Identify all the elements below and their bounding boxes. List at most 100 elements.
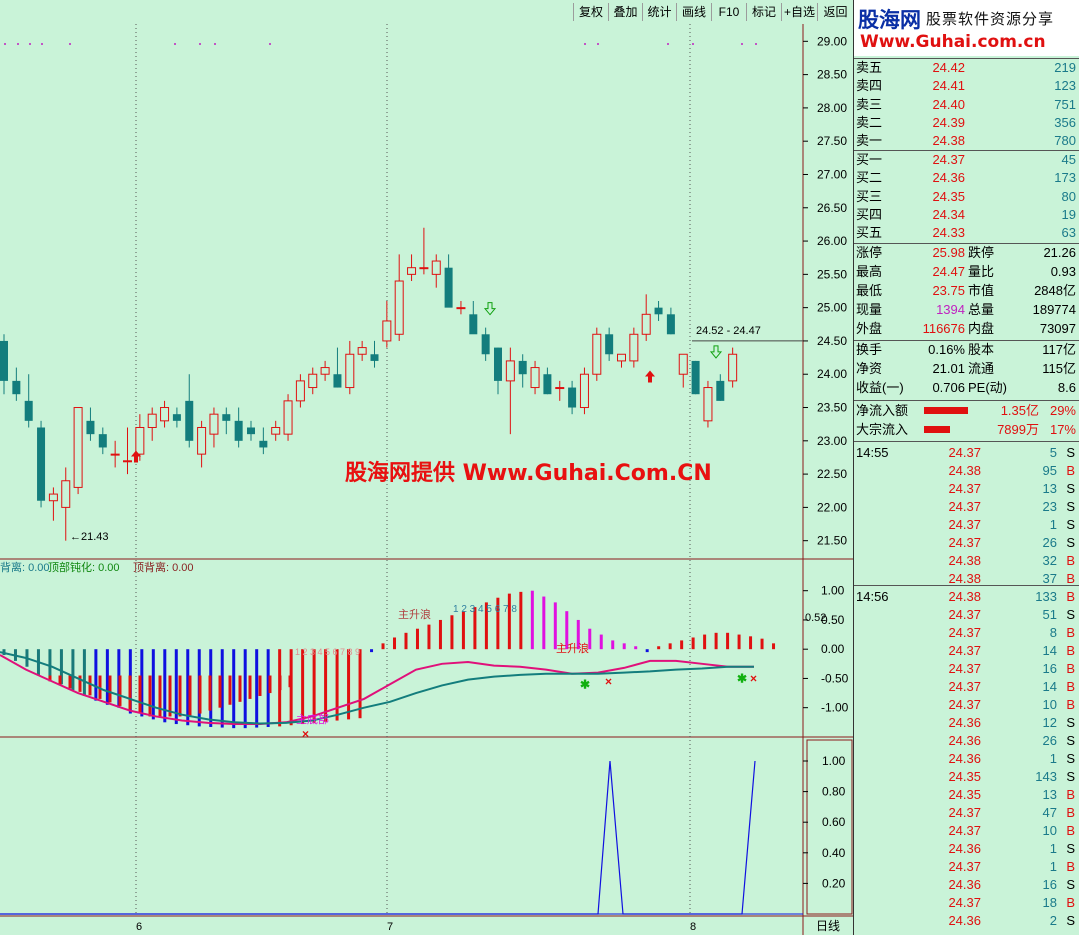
- ask-row[interactable]: 卖二 24.39 356: [854, 114, 1079, 132]
- bid-row[interactable]: 买二 24.36 173: [854, 169, 1079, 187]
- ask-row[interactable]: 卖四 24.41 123: [854, 77, 1079, 95]
- stat-row[interactable]: 最低 23.75 市值 2848亿: [854, 282, 1079, 300]
- tick-row[interactable]: 24.37 18 B: [854, 894, 1079, 912]
- price-tick-label: 25.50: [817, 267, 847, 281]
- stat-row[interactable]: 外盘 116676 内盘 73097: [854, 320, 1079, 338]
- tick-row[interactable]: 24.37 13 S: [854, 480, 1079, 498]
- macd-bar: [714, 632, 718, 650]
- tick-row[interactable]: 24.36 26 S: [854, 732, 1079, 750]
- stat-row[interactable]: 换手 0.16% 股本 117亿: [854, 341, 1079, 359]
- tick-side: S: [1066, 751, 1075, 766]
- tick-time: 14:55: [856, 445, 889, 460]
- add-watchlist-button[interactable]: +自选: [781, 3, 817, 21]
- overlay-button[interactable]: 叠加: [608, 3, 642, 21]
- candle-body: [444, 267, 453, 308]
- tick-row[interactable]: 24.36 1 S: [854, 750, 1079, 768]
- marker-dot: [584, 43, 586, 45]
- tick-side: S: [1066, 733, 1075, 748]
- candle-body: [716, 380, 725, 401]
- tick-side: B: [1066, 805, 1075, 820]
- candle-body: [370, 354, 379, 361]
- back-button[interactable]: 返回: [817, 3, 853, 21]
- signal-tick-label: 0.40: [822, 846, 846, 860]
- logo-tagline: 股票软件资源分享: [926, 10, 1055, 28]
- tick-volume: 23: [1042, 499, 1057, 514]
- tick-volume: 51: [1042, 607, 1057, 622]
- tick-row[interactable]: 24.37 10 B: [854, 822, 1079, 840]
- stat-row[interactable]: 净资 21.01 流通 115亿: [854, 360, 1079, 378]
- tick-row[interactable]: 24.35 143 S: [854, 768, 1079, 786]
- ask-volume: 356: [1054, 114, 1076, 130]
- tick-side: S: [1066, 517, 1075, 532]
- period-label[interactable]: 日线: [816, 919, 840, 933]
- tick-side: S: [1066, 715, 1075, 730]
- f10-button[interactable]: F10: [711, 3, 746, 21]
- tick-side: S: [1066, 607, 1075, 622]
- macd-bar: [737, 634, 741, 650]
- tick-price: 24.37: [948, 805, 981, 820]
- bid-row[interactable]: 买一 24.37 45: [854, 151, 1079, 169]
- bid-row[interactable]: 买四 24.34 19: [854, 206, 1079, 224]
- stat-row[interactable]: 现量 1394 总量 189774: [854, 301, 1079, 319]
- tick-row[interactable]: 24.37 16 B: [854, 660, 1079, 678]
- bid-row[interactable]: 买三 24.35 80: [854, 188, 1079, 206]
- price-tick-label: 28.50: [817, 68, 847, 82]
- price-tick-label: 21.50: [817, 534, 847, 548]
- tick-row[interactable]: 24.35 13 B: [854, 786, 1079, 804]
- marker-dot: [41, 43, 43, 45]
- macd-bar: [71, 649, 75, 691]
- tick-row[interactable]: 24.37 1 S: [854, 516, 1079, 534]
- low-price-label: ←21.43: [70, 531, 109, 543]
- macd-bar: [622, 643, 626, 650]
- price-tick-label: 27.00: [817, 167, 847, 181]
- candle-body: [641, 313, 651, 335]
- tick-side: B: [1066, 643, 1075, 658]
- tick-row[interactable]: 24.36 12 S: [854, 714, 1079, 732]
- marker-dot: [17, 43, 19, 45]
- bid-volume: 80: [1061, 188, 1076, 204]
- macd-bar-lower: [118, 675, 122, 706]
- price-tick-label: 25.00: [817, 301, 847, 315]
- tick-row[interactable]: 24.37 14 B: [854, 678, 1079, 696]
- stat-row[interactable]: 涨停 25.98 跌停 21.26: [854, 244, 1079, 262]
- tick-row[interactable]: 24.37 47 B: [854, 804, 1079, 822]
- ask-row[interactable]: 卖五 24.42 219: [854, 59, 1079, 77]
- tick-row[interactable]: 24.37 10 B: [854, 696, 1079, 714]
- ask-label: 卖五: [856, 60, 883, 75]
- tick-row[interactable]: 24.37 8 B: [854, 624, 1079, 642]
- tick-row[interactable]: 24.37 26 S: [854, 534, 1079, 552]
- stat-row[interactable]: 收益(一) 0.706 PE(动) 8.6: [854, 379, 1079, 397]
- ask-row[interactable]: 卖三 24.40 751: [854, 96, 1079, 114]
- macd-bar-lower: [158, 675, 162, 717]
- money-flow-row[interactable]: 净流入额 1.35亿 29%: [854, 402, 1079, 420]
- ask-price: 24.42: [932, 60, 965, 75]
- mark-button[interactable]: 标记: [746, 3, 781, 21]
- tick-row[interactable]: 14:56 24.38 133 B: [854, 588, 1079, 606]
- cross-marker-icon: ×: [302, 727, 309, 741]
- stat-label: 量比: [968, 264, 995, 279]
- tick-row[interactable]: 24.36 2 S: [854, 912, 1079, 930]
- candle-body: [543, 374, 552, 395]
- money-flow-row[interactable]: 大宗流入 7899万 17%: [854, 421, 1079, 439]
- tick-row[interactable]: 24.38 95 B: [854, 462, 1079, 480]
- bid-volume: 173: [1054, 170, 1076, 186]
- tick-volume: 1: [1049, 859, 1057, 874]
- statistics-button[interactable]: 统计: [642, 3, 676, 21]
- stat-value: 117亿: [1042, 342, 1076, 357]
- stat-value: 25.98: [932, 245, 965, 260]
- stat-value: 189774: [1032, 302, 1076, 317]
- ask-row[interactable]: 卖一 24.38 780: [854, 132, 1079, 150]
- tick-row[interactable]: 24.37 14 B: [854, 642, 1079, 660]
- draw-line-button[interactable]: 画线: [676, 3, 711, 21]
- tick-row[interactable]: 24.37 51 S: [854, 606, 1079, 624]
- stat-row[interactable]: 最高 24.47 量比 0.93: [854, 263, 1079, 281]
- tick-price: 24.37: [948, 895, 981, 910]
- restore-rights-button[interactable]: 复权: [573, 3, 608, 21]
- tick-row[interactable]: 14:55 24.37 5 S: [854, 444, 1079, 462]
- tick-row[interactable]: 24.37 1 B: [854, 858, 1079, 876]
- tick-row[interactable]: 24.36 16 S: [854, 876, 1079, 894]
- bid-row[interactable]: 买五 24.33 63: [854, 224, 1079, 242]
- tick-row[interactable]: 24.36 1 S: [854, 840, 1079, 858]
- tick-row[interactable]: 24.37 23 S: [854, 498, 1079, 516]
- tick-row[interactable]: 24.38 32 B: [854, 552, 1079, 570]
